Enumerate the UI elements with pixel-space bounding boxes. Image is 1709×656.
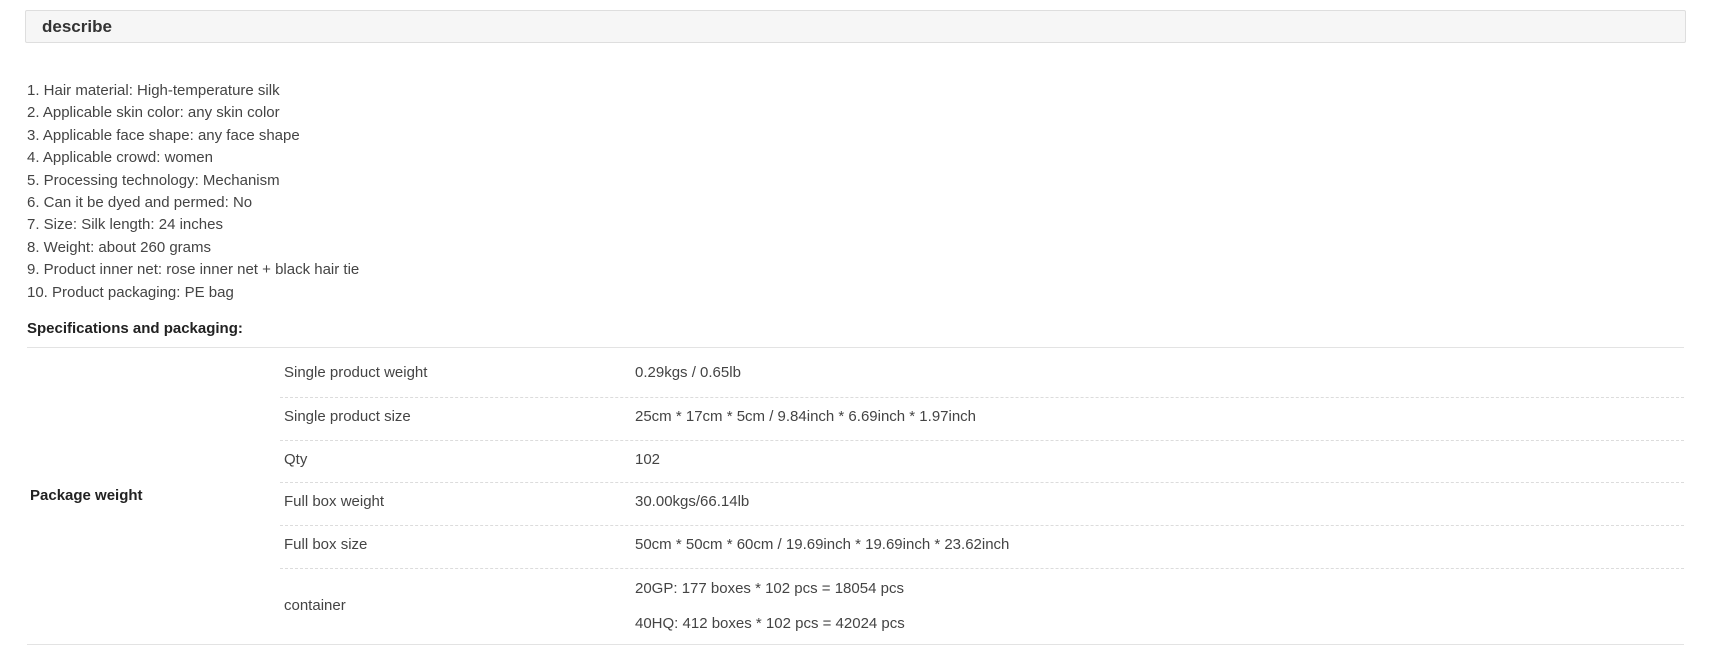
spec-value: 102 (635, 451, 661, 468)
spec-value: 20GP: 177 boxes * 102 pcs = 18054 pcs (635, 580, 904, 597)
feature-item: 1. Hair material: High-temperature silk (27, 82, 280, 99)
spec-value: 50cm * 50cm * 60cm / 19.69inch * 19.69in… (635, 536, 1010, 553)
feature-item: 2. Applicable skin color: any skin color (27, 104, 280, 122)
feature-item: 6. Can it be dyed and permed: No (27, 193, 253, 211)
spec-value: 0.29kgs / 0.65lb (635, 364, 741, 381)
feature-list: 1. Hair material: High-temperature silk … (27, 80, 359, 304)
spec-key: container (284, 597, 346, 614)
spec-value: 40HQ: 412 boxes * 102 pcs = 42024 pcs (635, 615, 905, 632)
feature-item: 4. Applicable crowd: women (27, 149, 213, 167)
spec-row-full-box-weight: Full box weight 30.00kgs/66.14lb (280, 482, 1684, 526)
spec-table-bottom-divider (27, 644, 1684, 645)
spec-key: Full box size (284, 536, 368, 553)
spec-row-single-product-size: Single product size 25cm * 17cm * 5cm / … (280, 397, 1684, 441)
feature-item: 10. Product packaging: PE bag (27, 283, 234, 301)
spec-row-container: container 20GP: 177 boxes * 102 pcs = 18… (280, 568, 1684, 644)
product-description-page: describe 1. Hair material: High-temperat… (0, 0, 1709, 656)
spec-row-single-product-weight: Single product weight 0.29kgs / 0.65lb (280, 354, 1684, 398)
spec-key: Qty (284, 451, 308, 468)
spec-value: 30.00kgs/66.14lb (635, 493, 750, 510)
spec-key: Single product weight (284, 364, 428, 381)
spec-key: Full box weight (284, 493, 385, 510)
package-weight-label: Package weight (30, 487, 143, 504)
spec-key: Single product size (284, 408, 411, 425)
describe-title: describe (42, 17, 112, 36)
feature-item: 7. Size: Silk length: 24 inches (27, 216, 223, 234)
spec-table-top-divider (27, 347, 1684, 348)
feature-item: 9. Product inner net: rose inner net + b… (27, 261, 360, 279)
spec-row-qty: Qty 102 (280, 440, 1684, 483)
spec-row-full-box-size: Full box size 50cm * 50cm * 60cm / 19.69… (280, 525, 1684, 569)
feature-item: 5. Processing technology: Mechanism (27, 171, 280, 189)
describe-header-bar: describe (25, 10, 1686, 43)
feature-item: 3. Applicable face shape: any face shape (27, 126, 300, 144)
spec-value: 25cm * 17cm * 5cm / 9.84inch * 6.69inch … (635, 408, 977, 425)
feature-item: 8. Weight: about 260 grams (27, 238, 211, 256)
specifications-heading: Specifications and packaging: (27, 320, 243, 337)
